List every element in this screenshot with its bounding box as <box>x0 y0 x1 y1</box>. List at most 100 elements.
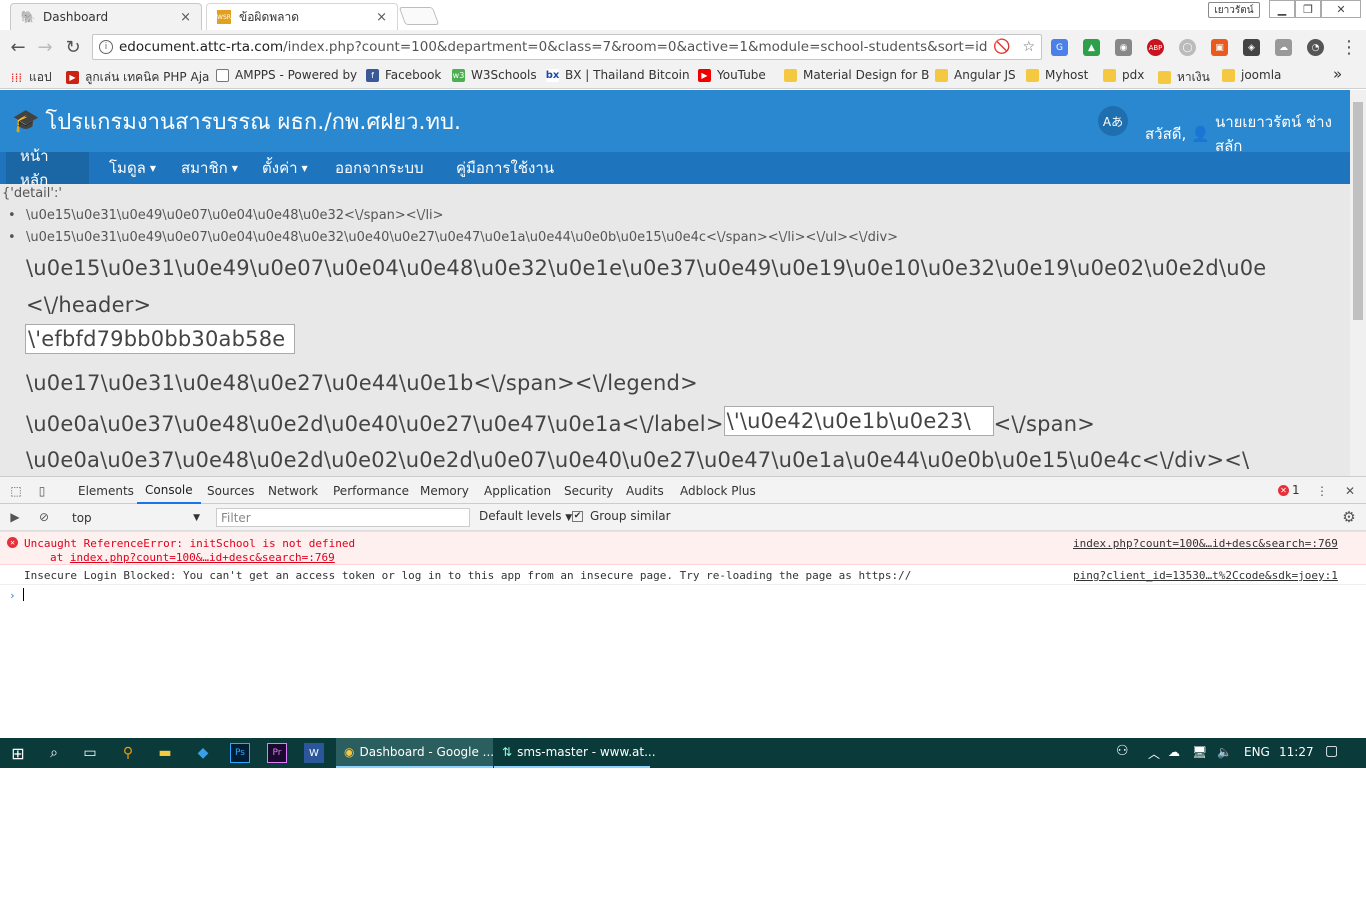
nav-home[interactable]: หน้าหลัก <box>6 147 89 189</box>
error-source-link[interactable]: index.php?count=100&…id+desc&search=:769 <box>1073 537 1338 550</box>
bookmark-pdx[interactable]: pdx <box>1103 68 1144 82</box>
address-bar[interactable]: i edocument.attc-rta.com/index.php?count… <box>92 34 1042 60</box>
bookmark-material-design[interactable]: Material Design for B <box>784 68 929 82</box>
bookmark-angular[interactable]: Angular JS <box>935 68 1016 82</box>
bookmark-star-icon[interactable]: ☆ <box>1022 39 1035 55</box>
bookmark-php-ajax[interactable]: ▶ ลูกเล่น เทคนิค PHP Aja <box>66 68 209 87</box>
tab-application[interactable]: Application <box>476 477 559 504</box>
language-button[interactable]: Aあ <box>1098 106 1128 136</box>
tab-console[interactable]: Console <box>137 477 201 504</box>
nav-logout[interactable]: ออกจากระบบ <box>321 152 438 184</box>
bookmark-w3schools[interactable]: w3 W3Schools <box>452 68 537 82</box>
inspect-element-icon[interactable]: ⬚ <box>8 483 24 499</box>
clock[interactable]: 11:27 <box>1279 745 1314 759</box>
group-similar-toggle[interactable]: ✔ Group similar <box>572 509 671 523</box>
devtools-menu-icon[interactable]: ⋮ <box>1314 483 1330 499</box>
stack-link[interactable]: index.php?count=100&…id+desc&search=:769 <box>70 551 335 564</box>
input-language[interactable]: ENG <box>1244 745 1270 759</box>
drive-extension-icon[interactable]: ▲ <box>1083 39 1100 56</box>
device-toolbar-icon[interactable]: ▯ <box>34 483 50 499</box>
console-filter-input[interactable]: Filter <box>216 508 470 527</box>
taskbar-app-ftp[interactable]: ⇅ sms-master - www.at... <box>494 738 656 768</box>
error-count-badge[interactable]: ✕ 1 <box>1278 483 1300 497</box>
translate-extension-icon[interactable]: G <box>1051 39 1068 56</box>
restore-icon[interactable]: ❐ <box>1295 0 1321 18</box>
extension-icon[interactable]: ◯ <box>1179 39 1196 56</box>
bookmark-joomla[interactable]: joomla <box>1222 68 1281 82</box>
new-tab-button[interactable] <box>398 7 440 25</box>
tab-network[interactable]: Network <box>260 477 326 504</box>
site-name-input[interactable]: \'\u0e42\u0e1b\u0e23\ <box>723 406 994 436</box>
forward-icon[interactable]: → <box>34 37 56 58</box>
page-scrollbar[interactable] <box>1350 90 1366 476</box>
browser-tab-error[interactable]: WSR ข้อผิดพลาด × <box>206 3 398 30</box>
close-tab-icon[interactable]: × <box>180 10 191 25</box>
speed-extension-icon[interactable]: ◔ <box>1307 39 1324 56</box>
tab-performance[interactable]: Performance <box>325 477 417 504</box>
tab-adblock-plus[interactable]: Adblock Plus <box>672 477 764 504</box>
search-icon[interactable]: ⌕ <box>44 743 64 763</box>
site-info-icon[interactable]: i <box>99 40 113 54</box>
console-input[interactable] <box>23 588 24 601</box>
nav-modules[interactable]: โมดูล ▼ <box>95 152 170 184</box>
screenshot-extension-icon[interactable]: ◉ <box>1115 39 1132 56</box>
taskbar-app-chrome[interactable]: ◉ Dashboard - Google ... <box>336 738 494 768</box>
checkbox-checked-icon[interactable]: ✔ <box>572 510 583 522</box>
clear-console-icon[interactable]: ⊘ <box>36 509 52 525</box>
minimize-icon[interactable]: ▁ <box>1269 0 1295 18</box>
bookmark-youtube[interactable]: ▶ YouTube <box>698 68 766 82</box>
action-center-icon[interactable]: ▢ <box>1325 743 1338 759</box>
tab-audits[interactable]: Audits <box>618 477 672 504</box>
close-window-icon[interactable]: ✕ <box>1321 0 1361 18</box>
network-icon[interactable]: 🖥 <box>1192 745 1207 759</box>
close-devtools-icon[interactable]: ✕ <box>1342 483 1358 499</box>
tab-elements[interactable]: Elements <box>70 477 142 504</box>
tab-memory[interactable]: Memory <box>412 477 477 504</box>
close-tab-icon[interactable]: × <box>376 10 387 25</box>
adblock-plus-icon[interactable]: ABP <box>1147 39 1164 56</box>
people-icon[interactable]: ⚇ <box>1116 743 1129 759</box>
more-bookmarks-icon[interactable]: » <box>1333 65 1342 83</box>
bookmark-myhost[interactable]: Myhost <box>1026 68 1088 82</box>
reload-icon[interactable]: ↻ <box>62 37 84 58</box>
keeper-extension-icon[interactable]: ◈ <box>1243 39 1260 56</box>
search-everything-icon[interactable]: ⚲ <box>118 743 138 763</box>
menu-kebab-icon[interactable]: ⋮ <box>1338 37 1360 58</box>
bookmark-facebook[interactable]: f Facebook <box>366 68 441 82</box>
console-settings-gear-icon[interactable]: ⚙ <box>1341 508 1357 526</box>
cloud-extension-icon[interactable]: ☁ <box>1275 39 1292 56</box>
scrollbar-thumb[interactable] <box>1353 102 1363 320</box>
vscode-icon[interactable]: ◆ <box>193 743 213 763</box>
bookmark-money[interactable]: หาเงิน <box>1158 68 1210 87</box>
user-greeting[interactable]: สวัสดี, 👤 นายเยาวรัตน์ ช่างสลัก <box>1145 110 1350 158</box>
context-selector[interactable]: top ▼ <box>66 508 204 527</box>
nav-members[interactable]: สมาชิก ▼ <box>167 152 252 184</box>
bookmark-bx[interactable]: bx BX | Thailand Bitcoin <box>546 68 690 82</box>
show-sidebar-icon[interactable]: ▶ <box>7 509 23 525</box>
bookmark-ampps[interactable]: AMPPS - Powered by <box>216 68 357 82</box>
nav-settings[interactable]: ตั้งค่า ▼ <box>248 152 322 184</box>
word-icon[interactable]: W <box>304 743 324 763</box>
windows-start-icon[interactable]: ⊞ <box>8 743 28 763</box>
tab-security[interactable]: Security <box>556 477 621 504</box>
error-icon: ✕ <box>1278 484 1289 496</box>
bookmark-apps[interactable]: ⁞⁞⁞ แอป <box>10 68 52 87</box>
log-levels-dropdown[interactable]: Default levels ▼ <box>479 509 572 523</box>
task-view-icon[interactable]: ▭ <box>80 743 100 763</box>
profile-button[interactable]: เยาวรัตน์ <box>1208 2 1260 18</box>
file-explorer-icon[interactable]: ▬ <box>155 743 175 763</box>
browser-tab-dashboard[interactable]: 🐘 Dashboard × <box>10 3 202 30</box>
nav-manual[interactable]: คู่มือการใช้งาน <box>442 152 568 184</box>
back-icon[interactable]: ← <box>7 37 29 58</box>
blocked-cookies-icon[interactable]: 🚫 <box>993 39 1010 55</box>
premiere-icon[interactable]: Pr <box>267 743 287 763</box>
show-hidden-icons-icon[interactable]: ︿ <box>1148 745 1160 762</box>
log-source-link[interactable]: ping?client_id=13530…t%2Ccode&sdk=joey:1 <box>1073 569 1338 582</box>
text-input[interactable]: \'efbfd79bb0bb30ab58e <box>25 324 295 354</box>
tab-sources[interactable]: Sources <box>199 477 262 504</box>
volume-icon[interactable]: 🔈 <box>1217 745 1232 759</box>
site-brand[interactable]: 🎓 โปรแกรมงานสารบรรณ ผธก./กพ.ศฝยว.ทบ. <box>12 104 461 139</box>
office-extension-icon[interactable]: ▣ <box>1211 39 1228 56</box>
onedrive-icon[interactable]: ☁ <box>1168 745 1180 759</box>
photoshop-icon[interactable]: Ps <box>230 743 250 763</box>
